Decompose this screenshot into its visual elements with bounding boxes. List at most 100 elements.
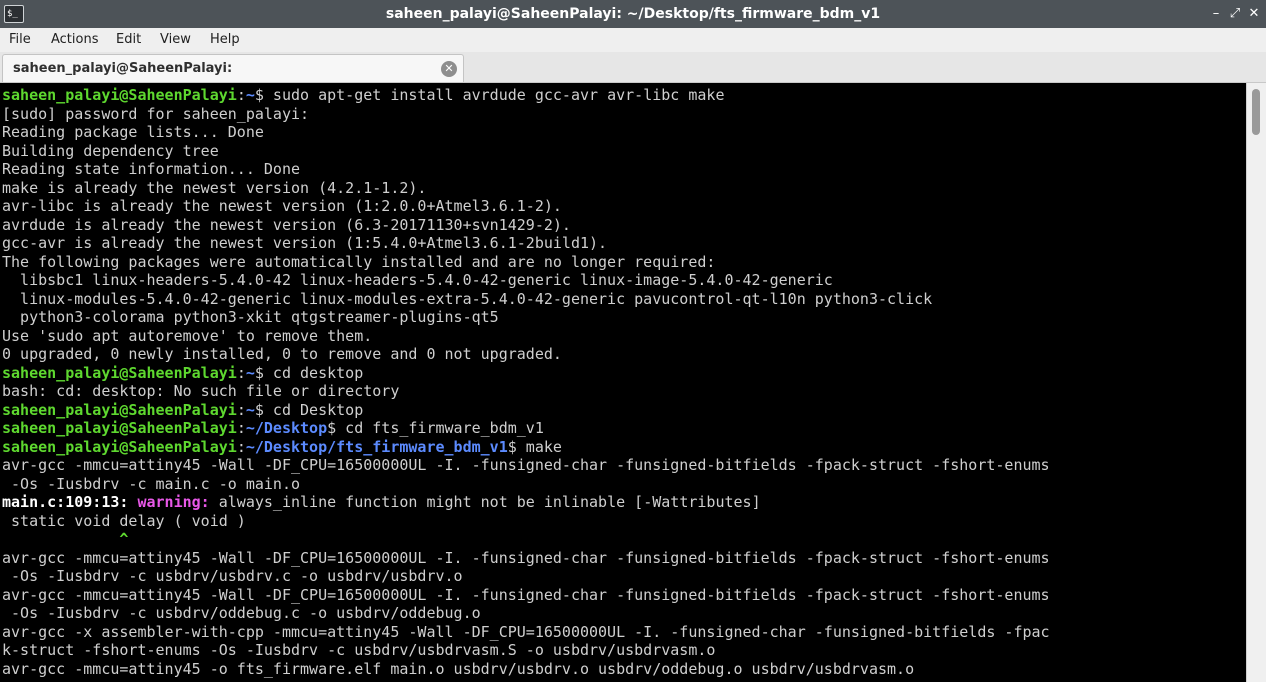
prompt-separator: : xyxy=(236,419,246,437)
output-text: Reading state information... Done xyxy=(2,160,301,178)
scrollbar-thumb[interactable] xyxy=(1252,89,1260,135)
menu-edit[interactable]: Edit xyxy=(116,28,141,52)
title-bar[interactable]: $_ saheen_palayi@SaheenPalayi: ~/Desktop… xyxy=(0,0,1266,28)
output-text: k-struct -fshort-enums -Os -Iusbdrv -c u… xyxy=(2,641,716,659)
warning-message: always_inline function might not be inli… xyxy=(209,493,761,511)
output-text: Use 'sudo apt autoremove' to remove them… xyxy=(2,326,373,345)
prompt-separator: : xyxy=(236,437,246,456)
terminal-line: make is already the newest version (4.2.… xyxy=(2,179,1050,198)
prompt-user: saheen_palayi@SaheenPalayi xyxy=(2,419,237,437)
terminal-line: ^ xyxy=(2,530,1050,549)
terminal-line: Reading package lists... Done xyxy=(2,123,1050,142)
output-text: -Os -Iusbdrv -c usbdrv/oddebug.c -o usbd… xyxy=(2,604,481,622)
output-text: libsbc1 linux-headers-5.4.0-42 linux-hea… xyxy=(2,271,833,289)
terminal-text: saheen_palayi@SaheenPalayi:~$ sudo apt-g… xyxy=(2,86,1050,678)
terminal-line: bash: cd: desktop: No such file or direc… xyxy=(2,382,1050,401)
terminal-line: saheen_palayi@SaheenPalayi:~/Desktop$ cd… xyxy=(2,419,1050,438)
output-text: gcc-avr is already the newest version (1… xyxy=(2,234,608,252)
terminal-window: $_ saheen_palayi@SaheenPalayi: ~/Desktop… xyxy=(0,0,1266,682)
terminal-line: avr-gcc -mmcu=attiny45 -Wall -DF_CPU=165… xyxy=(2,549,1050,568)
terminal-line: python3-colorama python3-xkit qtgstreame… xyxy=(2,308,1050,327)
output-text: avrdude is already the newest version (6… xyxy=(2,215,571,234)
terminal-line: avr-libc is already the newest version (… xyxy=(2,197,1050,216)
terminal-line: gcc-avr is already the newest version (1… xyxy=(2,234,1050,253)
terminal-line: [sudo] password for saheen_palayi: xyxy=(2,105,1050,124)
minimize-icon[interactable]: – xyxy=(1206,4,1226,24)
output-text: -Os -Iusbdrv -c usbdrv/usbdrv.c -o usbdr… xyxy=(2,567,463,585)
terminal-line: Building dependency tree xyxy=(2,142,1050,161)
terminal-line: -Os -Iusbdrv -c usbdrv/usbdrv.c -o usbdr… xyxy=(2,567,1050,586)
warning-location: main.c:109:13: xyxy=(2,493,129,511)
close-icon[interactable]: ✕ xyxy=(1244,4,1264,24)
command-text: cd Desktop xyxy=(263,400,364,419)
terminal-line: avr-gcc -mmcu=attiny45 -Wall -DF_CPU=165… xyxy=(2,456,1050,475)
prompt-path: ~/Desktop xyxy=(245,419,328,437)
menu-file[interactable]: File xyxy=(9,28,31,52)
output-text: avr-gcc -mmcu=attiny45 -Wall -DF_CPU=165… xyxy=(2,548,1050,567)
tab-label: saheen_palayi@SaheenPalayi: ~/Desktop/ft… xyxy=(13,61,248,103)
output-text: -Os -Iusbdrv -c main.c -o main.o xyxy=(2,474,301,493)
prompt-user: saheen_palayi@SaheenPalayi xyxy=(2,400,237,419)
window-title: saheen_palayi@SaheenPalayi: ~/Desktop/ft… xyxy=(385,6,881,22)
terminal-line: avr-gcc -mmcu=attiny45 -Wall -DF_CPU=165… xyxy=(2,586,1050,605)
command-text: make xyxy=(516,437,562,456)
output-text: bash: cd: desktop: No such file or direc… xyxy=(2,382,400,400)
menu-bar: File Actions Edit View Help xyxy=(0,28,1266,52)
tab-close-icon[interactable]: ✕ xyxy=(441,61,457,77)
command-text: cd desktop xyxy=(263,363,364,382)
terminal-line: Reading state information... Done xyxy=(2,160,1050,179)
prompt-path: ~ xyxy=(245,363,255,382)
terminal-line: main.c:109:13: warning: always_inline fu… xyxy=(2,493,1050,512)
terminal-tab[interactable]: saheen_palayi@SaheenPalayi: ~/Desktop/ft… xyxy=(2,54,464,103)
prompt-path: ~/Desktop/fts_firmware_bdm_v1 xyxy=(245,437,508,456)
error-caret: ^ xyxy=(2,530,129,548)
output-text: avr-gcc -mmcu=attiny45 -o fts_firmware.e… xyxy=(2,659,915,678)
output-text: Building dependency tree xyxy=(2,141,219,160)
prompt-dollar: $ xyxy=(254,363,264,382)
terminal-line: saheen_palayi@SaheenPalayi:~$ cd desktop xyxy=(2,364,1050,383)
prompt-separator: : xyxy=(236,363,246,382)
warning-label: warning: xyxy=(137,493,210,511)
prompt-dollar: $ xyxy=(254,400,264,419)
terminal-line: 0 upgraded, 0 newly installed, 0 to remo… xyxy=(2,345,1050,364)
prompt-dollar: $ xyxy=(507,437,517,456)
menu-help[interactable]: Help xyxy=(210,28,240,52)
command-text: sudo apt-get install avrdude gcc-avr avr… xyxy=(263,86,725,104)
prompt-separator: : xyxy=(236,400,246,419)
prompt-dollar: $ xyxy=(254,86,264,104)
tab-bar: saheen_palayi@SaheenPalayi: ~/Desktop/ft… xyxy=(0,52,1266,103)
terminal-line: avr-gcc -x assembler-with-cpp -mmcu=atti… xyxy=(2,623,1050,642)
output-text: avr-gcc -x assembler-with-cpp -mmcu=atti… xyxy=(2,622,1050,641)
prompt-user: saheen_palayi@SaheenPalayi xyxy=(2,363,237,382)
output-text: [sudo] password for saheen_palayi: xyxy=(2,104,310,123)
prompt-path: ~ xyxy=(245,400,255,419)
maximize-icon[interactable]: ⤢ xyxy=(1225,4,1245,24)
prompt-path: ~ xyxy=(245,86,255,104)
terminal-output[interactable]: saheen_palayi@SaheenPalayi:~$ sudo apt-g… xyxy=(0,83,1246,682)
output-text: avr-gcc -mmcu=attiny45 -Wall -DF_CPU=165… xyxy=(2,585,1050,604)
vertical-scrollbar[interactable] xyxy=(1246,83,1266,682)
terminal-line: libsbc1 linux-headers-5.4.0-42 linux-hea… xyxy=(2,271,1050,290)
menu-view[interactable]: View xyxy=(160,28,191,52)
output-text: linux-modules-5.4.0-42-generic linux-mod… xyxy=(2,289,933,308)
menu-actions[interactable]: Actions xyxy=(51,28,99,52)
terminal-line: The following packages were automaticall… xyxy=(2,253,1050,272)
output-text: avr-gcc -mmcu=attiny45 -Wall -DF_CPU=165… xyxy=(2,456,1050,474)
terminal-line: Use 'sudo apt autoremove' to remove them… xyxy=(2,327,1050,346)
prompt-dollar: $ xyxy=(327,419,337,437)
terminal-line: saheen_palayi@SaheenPalayi:~$ sudo apt-g… xyxy=(2,86,1050,105)
terminal-line: avr-gcc -mmcu=attiny45 -o fts_firmware.e… xyxy=(2,660,1050,679)
terminal-line: saheen_palayi@SaheenPalayi:~/Desktop/fts… xyxy=(2,438,1050,457)
prompt-separator: : xyxy=(236,86,246,104)
prompt-user: saheen_palayi@SaheenPalayi xyxy=(2,86,237,104)
output-text: static void delay ( void ) xyxy=(2,511,246,530)
output-text: 0 upgraded, 0 newly installed, 0 to remo… xyxy=(2,345,562,363)
command-text: cd fts_firmware_bdm_v1 xyxy=(336,419,544,437)
terminal-line: k-struct -fshort-enums -Os -Iusbdrv -c u… xyxy=(2,641,1050,660)
prompt-user: saheen_palayi@SaheenPalayi xyxy=(2,437,237,456)
output-text: python3-colorama python3-xkit qtgstreame… xyxy=(2,308,499,326)
terminal-line: static void delay ( void ) xyxy=(2,512,1050,531)
terminal-line: linux-modules-5.4.0-42-generic linux-mod… xyxy=(2,290,1050,309)
output-text: avr-libc is already the newest version (… xyxy=(2,197,562,215)
output-text: make is already the newest version (4.2.… xyxy=(2,178,427,197)
